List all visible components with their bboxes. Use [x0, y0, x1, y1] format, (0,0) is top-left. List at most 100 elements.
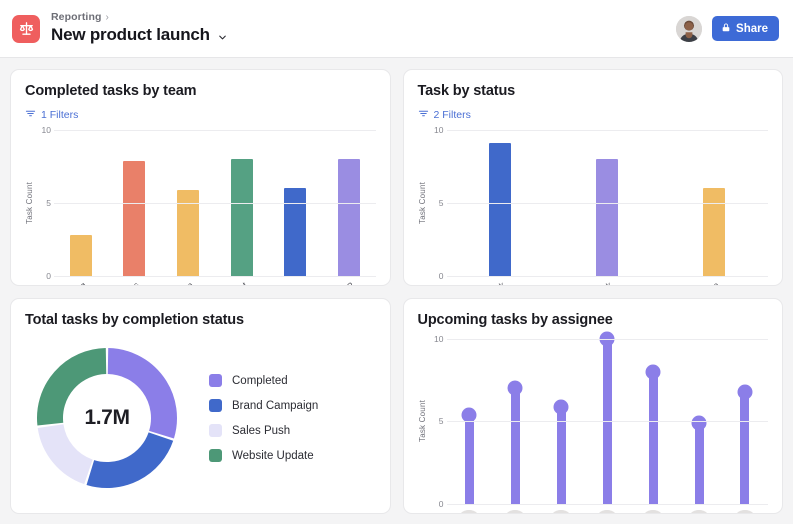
- filters-button-1[interactable]: 1 Filters: [25, 106, 376, 124]
- filter-icon: [25, 106, 36, 124]
- donut-row: 1.7M Completed Brand Campaign Sales Push We…: [25, 333, 376, 504]
- gridline: [446, 338, 768, 340]
- breadcrumb-separator: ›: [105, 11, 109, 23]
- y-tick-label: 0: [438, 270, 444, 281]
- donut-legend: Completed Brand Campaign Sales Push Website…: [209, 374, 319, 463]
- scales-icon: [12, 14, 40, 43]
- dashboard-grid: Completed tasks by team 1 Filters Task C…: [0, 58, 793, 524]
- donut-center-value: 1.7M: [84, 406, 130, 430]
- bar[interactable]: [337, 159, 360, 276]
- x-tick-label: Marketing: [54, 280, 109, 285]
- gridline: [54, 202, 376, 204]
- lollipop-stem[interactable]: [645, 364, 661, 504]
- lollipop-dot[interactable]: [507, 380, 523, 396]
- lollipop-dot[interactable]: [553, 399, 569, 415]
- avatar[interactable]: [641, 510, 666, 514]
- y-tick-label: 10: [41, 125, 51, 136]
- avatar[interactable]: [732, 510, 757, 514]
- y-tick-label: 0: [46, 270, 51, 281]
- app-header: Reporting › New product launch Share: [0, 0, 793, 58]
- y-axis-label: Task Count: [25, 181, 34, 224]
- lock-icon: [721, 21, 731, 36]
- avatar[interactable]: [676, 15, 703, 42]
- bar-chart-completed-by-team: Task Count 0 5 10 Marketing Sales Design Prod…: [25, 125, 376, 285]
- legend-label: Sales Push: [232, 424, 291, 437]
- x-tick-label: Enginee...: [268, 280, 323, 285]
- legend-item[interactable]: Completed: [209, 374, 318, 388]
- share-button-label: Share: [736, 22, 768, 35]
- legend-swatch: [209, 374, 222, 388]
- x-tick-label: HR: [340, 280, 377, 285]
- x-tick-label: Product: [221, 280, 270, 285]
- legend-label: Website Update: [232, 449, 314, 462]
- filters-label[interactable]: 1 Filters: [41, 109, 78, 121]
- bar-chart-task-by-status: Task Count 0 5 10 On track At risk Incomplet…: [418, 125, 768, 285]
- plot-area: [446, 331, 768, 514]
- bar[interactable]: [489, 143, 512, 276]
- y-tick-label: 0: [438, 499, 444, 509]
- title-block: Reporting › New product launch: [51, 12, 228, 44]
- y-axis-ticks: 0 5 10: [429, 334, 447, 509]
- legend-swatch: [209, 399, 222, 413]
- card-upcoming-tasks-by-assignee: Upcoming tasks by assignee Task Count 0 5…: [402, 297, 783, 514]
- y-tick-label: 5: [438, 416, 444, 427]
- gridline: [54, 130, 376, 132]
- x-tick-label: On track: [477, 280, 528, 285]
- lollipop-stem[interactable]: [691, 415, 707, 504]
- legend-item[interactable]: Sales Push: [209, 424, 318, 438]
- filter-icon: [418, 106, 429, 124]
- bar[interactable]: [284, 188, 307, 276]
- filters-label[interactable]: 2 Filters: [434, 109, 471, 121]
- plot-area: On track At risk Incomplete: [446, 130, 768, 285]
- avatar[interactable]: [687, 510, 712, 514]
- avatar[interactable]: [595, 510, 620, 514]
- legend-item[interactable]: Brand Campaign: [209, 399, 319, 413]
- reporting-dashboard: Reporting › New product launch Share Com…: [0, 0, 793, 524]
- lollipop-dot[interactable]: [691, 415, 707, 431]
- share-button[interactable]: Share: [712, 16, 779, 41]
- bar[interactable]: [230, 159, 253, 276]
- bar[interactable]: [69, 234, 92, 276]
- avatar[interactable]: [549, 510, 574, 514]
- lollipop-dot[interactable]: [461, 407, 477, 423]
- y-tick-label: 5: [46, 197, 51, 208]
- y-tick-label: 5: [438, 197, 444, 208]
- y-tick-label: 10: [434, 125, 444, 136]
- lollipop-stem[interactable]: [507, 380, 523, 504]
- breadcrumb-item-reporting[interactable]: Reporting: [51, 12, 101, 23]
- title-row[interactable]: New product launch: [51, 24, 228, 45]
- assignee-avatars: [447, 504, 769, 514]
- y-axis-ticks: 0 5 10: [429, 125, 447, 280]
- bar[interactable]: [123, 160, 146, 276]
- filters-button-2[interactable]: 2 Filters: [418, 106, 769, 124]
- gridline: [446, 421, 768, 423]
- plot-area: Marketing Sales Design ProductEnginee... HR: [54, 130, 376, 285]
- y-tick-label: 10: [434, 333, 444, 344]
- lollipop-stem[interactable]: [461, 407, 477, 504]
- legend-item[interactable]: Website Update: [209, 449, 318, 463]
- card-completed-tasks-by-team: Completed tasks by team 1 Filters Task C…: [10, 69, 391, 286]
- chevron-down-icon[interactable]: [217, 30, 228, 41]
- card-title: Completed tasks by team: [25, 83, 197, 99]
- lollipop-dot[interactable]: [737, 384, 753, 400]
- avatar[interactable]: [457, 510, 482, 514]
- x-axis-labels: Marketing Sales Design ProductEnginee... HR: [54, 276, 377, 285]
- card-total-tasks-by-completion-status: Total tasks by completion status 1.7M Co…: [10, 297, 391, 514]
- card-title: Task by status: [417, 83, 516, 99]
- x-tick-label: Incomplete: [685, 280, 742, 285]
- bar[interactable]: [703, 188, 726, 276]
- legend-swatch: [209, 424, 222, 438]
- gridline: [446, 202, 768, 204]
- avatar[interactable]: [503, 510, 528, 514]
- card-title: Total tasks by completion status: [25, 311, 244, 328]
- x-tick-label: At risk: [591, 280, 635, 285]
- legend-label: Completed: [232, 374, 288, 387]
- card-title: Upcoming tasks by assignee: [417, 311, 613, 328]
- breadcrumb[interactable]: Reporting ›: [51, 12, 228, 23]
- page-title: New product launch: [51, 24, 210, 44]
- lollipop-dot[interactable]: [645, 364, 661, 380]
- gridline: [446, 504, 768, 505]
- bar[interactable]: [596, 159, 619, 276]
- lollipop-stem[interactable]: [737, 384, 753, 504]
- legend-label: Brand Campaign: [232, 399, 319, 412]
